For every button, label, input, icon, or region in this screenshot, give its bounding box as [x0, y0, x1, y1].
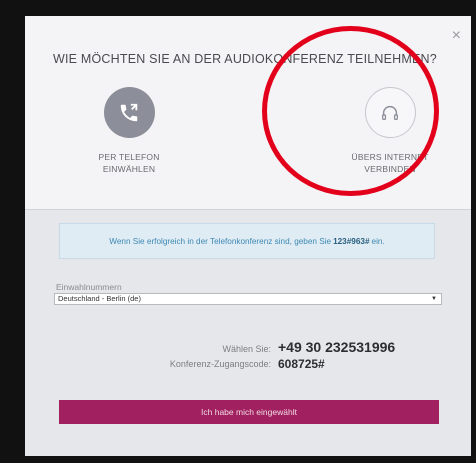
access-code-value: 608725#	[278, 357, 325, 371]
chevron-down-icon: ▼	[431, 296, 437, 302]
access-code-label: Konferenz-Zugangscode:	[169, 359, 271, 369]
dialog-heading: WIE MÖCHTEN SIE AN DER AUDIOKONFERENZ TE…	[53, 52, 437, 66]
join-method-panel: × WIE MÖCHTEN SIE AN DER AUDIOKONFERENZ …	[25, 16, 471, 210]
dial-number-value: +49 30 232531996	[278, 339, 396, 355]
close-icon[interactable]: ×	[452, 28, 461, 44]
dial-in-label: Einwahlnummern	[56, 282, 122, 292]
info-code: 123#963#	[333, 236, 370, 246]
option-phone-label: PER TELEFON EINWÄHLEN	[98, 152, 160, 174]
option-phone-dial-in[interactable]: PER TELEFON EINWÄHLEN	[49, 87, 209, 175]
confirm-dialed-in-button[interactable]: Ich habe mich eingewählt	[59, 400, 439, 424]
info-message: Wenn Sie erfolgreich in der Telefonkonfe…	[59, 223, 435, 259]
option-internet-label: ÜBERS INTERNET VERBINDEN	[351, 152, 429, 174]
headset-icon	[364, 87, 416, 138]
dial-number-label: Wählen Sie:	[222, 344, 271, 354]
phone-icon	[103, 87, 155, 138]
dial-in-select[interactable]: Deutschland - Berlin (de) ▼	[54, 293, 442, 305]
option-internet-connect[interactable]: ÜBERS INTERNET VERBINDEN	[310, 87, 470, 175]
